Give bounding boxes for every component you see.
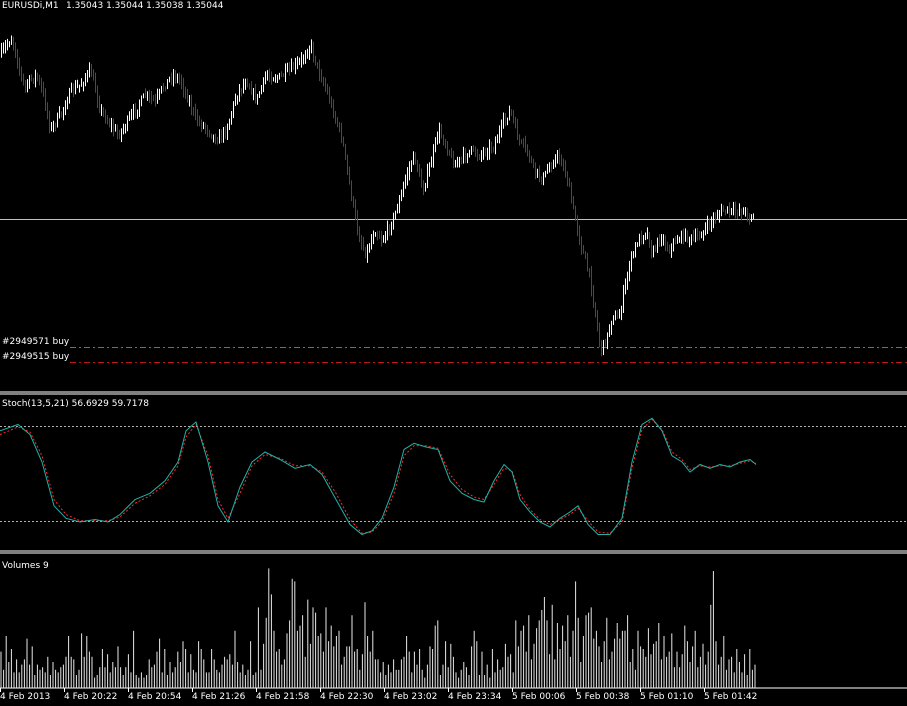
time-axis-label: 5 Feb 00:38 [576, 692, 630, 702]
order-label-1[interactable]: #2949571 buy [2, 337, 69, 348]
time-axis-label: 4 Feb 2013 [0, 692, 51, 702]
time-axis-label: 4 Feb 23:02 [384, 692, 438, 702]
time-axis-label: 4 Feb 22:30 [320, 692, 374, 702]
time-axis-label: 5 Feb 00:06 [512, 692, 566, 702]
stoch-signal-line [0, 418, 757, 534]
time-axis-label: 5 Feb 01:10 [640, 692, 694, 702]
time-axis-label: 4 Feb 21:26 [192, 692, 246, 702]
time-axis-label: 4 Feb 21:58 [256, 692, 310, 702]
stoch-label: Stoch(13,5,21) 56.6929 59.7178 [2, 399, 149, 409]
chart-canvas [0, 35, 907, 692]
time-axis-label: 5 Feb 01:42 [704, 692, 758, 702]
symbol-label: EURUSDi,M1 [2, 1, 59, 11]
time-axis-label: 4 Feb 20:22 [64, 692, 118, 702]
time-axis-label: 4 Feb 23:34 [448, 692, 502, 702]
volumes-label: Volumes 9 [2, 561, 49, 571]
quote-label: 1.35043 1.35044 1.35038 1.35044 [66, 1, 224, 11]
order-label-2[interactable]: #2949515 buy [2, 352, 69, 363]
stoch-main-line [0, 417, 757, 536]
time-axis-label: 4 Feb 20:54 [128, 692, 182, 702]
